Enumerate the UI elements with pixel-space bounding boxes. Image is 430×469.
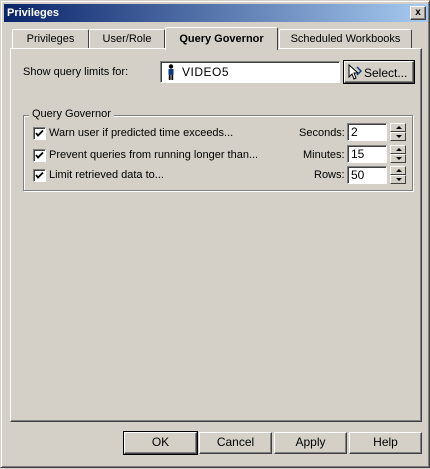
close-icon: x bbox=[415, 7, 421, 18]
warn-user-checkbox[interactable] bbox=[33, 127, 46, 140]
close-button[interactable]: x bbox=[410, 6, 426, 20]
tab-scheduled-workbooks[interactable]: Scheduled Workbooks bbox=[279, 29, 412, 48]
spin-down-button[interactable] bbox=[390, 154, 406, 163]
cancel-button-label: Cancel bbox=[216, 435, 255, 449]
spin-down-button[interactable] bbox=[390, 175, 406, 184]
person-icon bbox=[166, 64, 176, 83]
spin-up-button[interactable] bbox=[390, 166, 406, 175]
tab-label: User/Role bbox=[102, 33, 152, 45]
minutes-input[interactable]: 15 bbox=[347, 145, 387, 163]
apply-button-label: Apply bbox=[295, 435, 326, 449]
help-button[interactable]: Help bbox=[349, 432, 422, 454]
spin-down-button[interactable] bbox=[390, 132, 406, 141]
help-button-label: Help bbox=[373, 435, 398, 449]
window-title: Privileges bbox=[7, 7, 59, 19]
checkmark-icon bbox=[35, 129, 44, 137]
privileges-dialog: Privileges x Privileges User/Role Query … bbox=[0, 0, 430, 468]
arrow-down-icon bbox=[396, 135, 402, 138]
arrow-down-icon bbox=[396, 157, 402, 160]
checkmark-icon bbox=[35, 171, 44, 179]
ok-button[interactable]: OK bbox=[123, 431, 198, 455]
prevent-queries-checkbox[interactable] bbox=[33, 149, 46, 162]
tab-label: Query Governor bbox=[179, 33, 264, 45]
tab-label: Privileges bbox=[26, 33, 75, 45]
checkmark-icon bbox=[35, 151, 44, 159]
rows-spinner[interactable] bbox=[390, 166, 406, 184]
minutes-spinner[interactable] bbox=[390, 145, 406, 163]
tab-user-role[interactable]: User/Role bbox=[89, 29, 165, 48]
title-bar[interactable]: Privileges x bbox=[4, 4, 428, 22]
tab-label: Scheduled Workbooks bbox=[290, 33, 401, 45]
ok-button-label: OK bbox=[151, 435, 170, 449]
spin-up-button[interactable] bbox=[390, 145, 406, 154]
user-value: VIDEO5 bbox=[182, 65, 230, 79]
select-button-label: Select... bbox=[364, 66, 408, 80]
cancel-button[interactable]: Cancel bbox=[199, 432, 272, 454]
rows-input[interactable]: 50 bbox=[347, 166, 387, 184]
seconds-spinner[interactable] bbox=[390, 123, 406, 141]
arrow-up-icon bbox=[396, 148, 402, 151]
arrow-up-icon bbox=[396, 126, 402, 129]
seconds-input[interactable]: 2 bbox=[347, 123, 387, 141]
select-button[interactable]: Select... bbox=[343, 60, 415, 84]
select-cursor-icon bbox=[348, 63, 363, 83]
user-field[interactable]: VIDEO5 bbox=[160, 61, 340, 83]
query-governor-panel bbox=[10, 48, 422, 422]
tab-privileges[interactable]: Privileges bbox=[12, 29, 89, 48]
spin-up-button[interactable] bbox=[390, 123, 406, 132]
limit-data-checkbox[interactable] bbox=[33, 169, 46, 182]
apply-button[interactable]: Apply bbox=[274, 432, 347, 454]
arrow-down-icon bbox=[396, 178, 402, 181]
arrow-up-icon bbox=[396, 169, 402, 172]
tab-query-governor[interactable]: Query Governor bbox=[165, 27, 278, 50]
